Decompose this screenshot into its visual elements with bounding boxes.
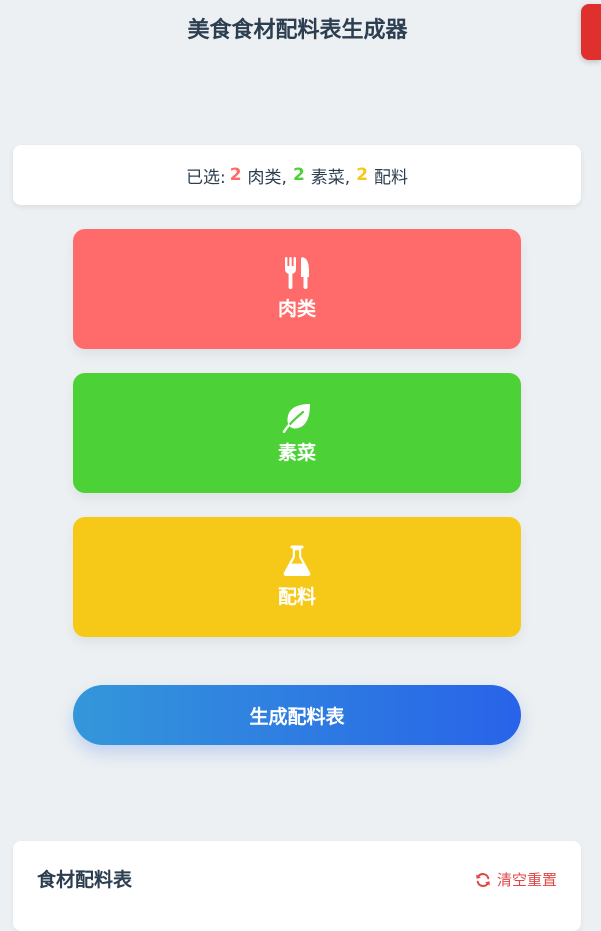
reset-button[interactable]: 清空重置 [475, 869, 557, 891]
utensils-icon [285, 257, 309, 289]
flask-icon [283, 545, 311, 576]
vegetable-category-button[interactable]: 素菜 [73, 373, 521, 493]
meat-count: 2 [229, 165, 242, 185]
selection-summary: 已选: 2 肉类, 2 素菜, 2 配料 [13, 145, 581, 205]
meat-category-button[interactable]: 肉类 [73, 229, 521, 349]
leaf-icon [282, 404, 310, 433]
meat-count-label: 肉类, [247, 167, 287, 188]
page-title: 美食食材配料表生成器 [187, 18, 408, 43]
summary-prefix: 已选: [185, 167, 226, 188]
veg-count: 2 [292, 165, 305, 185]
vegetable-category-label: 素菜 [277, 442, 316, 464]
refresh-icon [476, 873, 490, 887]
spice-category-label: 配料 [277, 586, 316, 608]
veg-count-label: 素菜, [310, 167, 351, 188]
generate-list-button[interactable]: 生成配料表 [73, 685, 521, 745]
spice-count: 2 [356, 165, 369, 185]
ingredient-list-title: 食材配料表 [37, 869, 133, 891]
reset-label: 清空重置 [496, 871, 557, 889]
spice-category-button[interactable]: 配料 [73, 517, 521, 637]
ingredient-list-card: 食材配料表 清空重置 [13, 841, 581, 931]
meat-category-label: 肉类 [277, 298, 316, 320]
spice-count-label: 配料 [374, 167, 409, 188]
corner-tab[interactable] [581, 4, 601, 60]
